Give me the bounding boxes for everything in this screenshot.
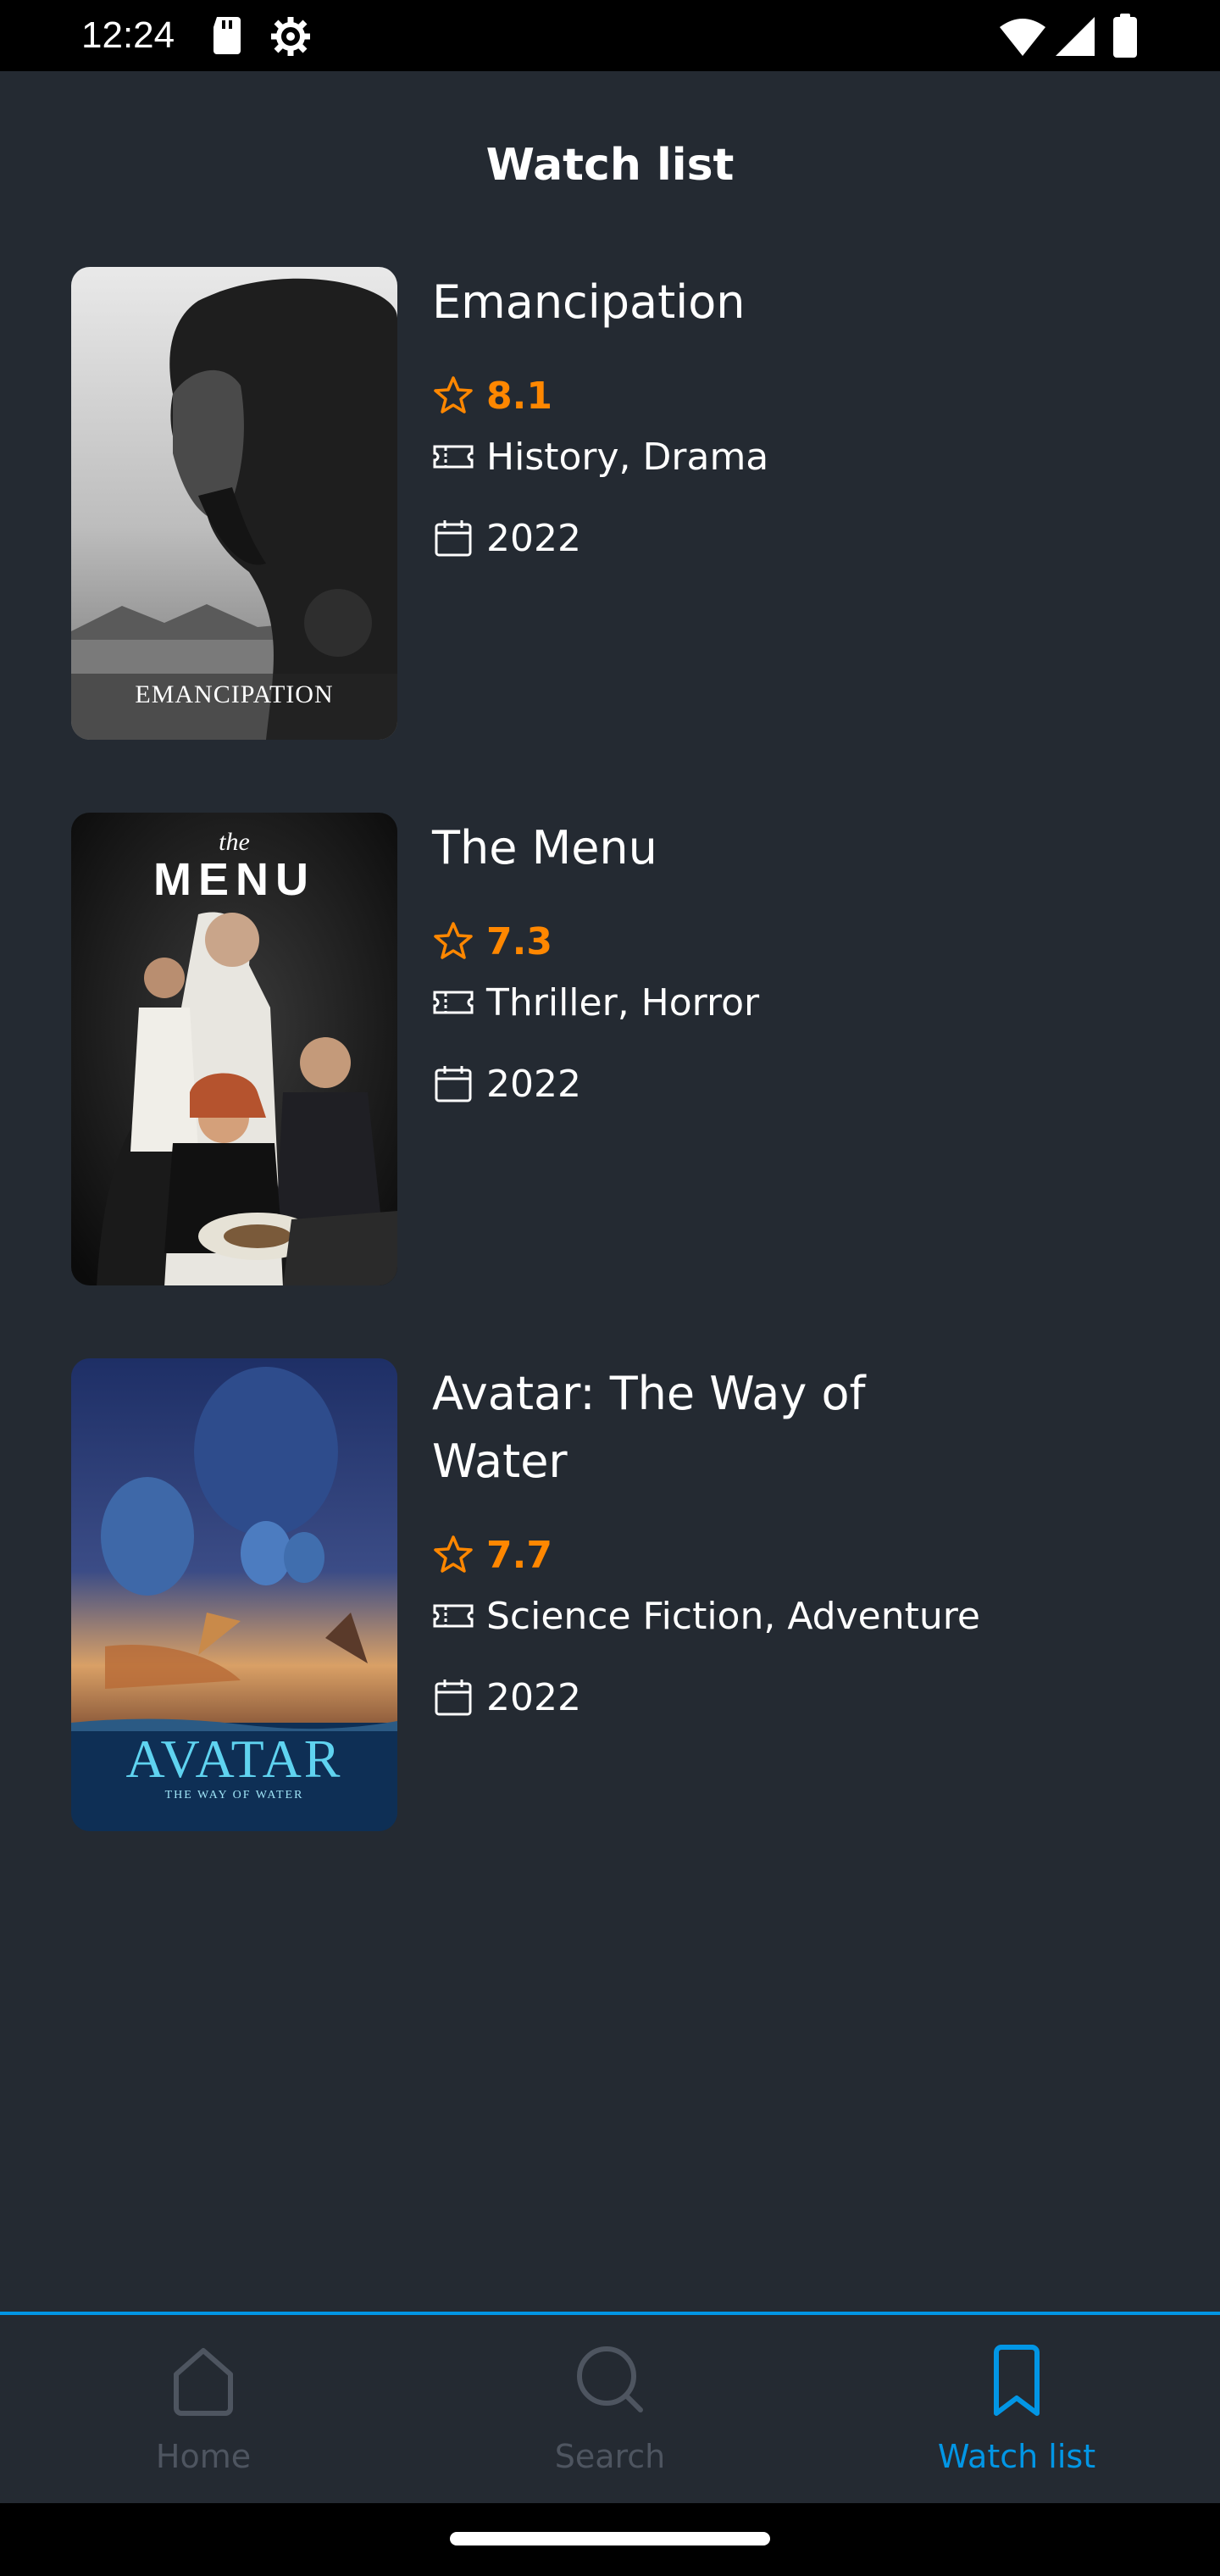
year-row: 2022 bbox=[432, 1667, 1127, 1728]
poster-subtitle-text: THE WAY OF WATER bbox=[164, 1789, 304, 1802]
nav-item-search[interactable]: Search bbox=[407, 2315, 813, 2507]
year-row: 2022 bbox=[432, 1053, 1127, 1114]
movie-info: The Menu 7.3 Thriller, Horror 2022 bbox=[432, 813, 1127, 1114]
poster-title-text: MENU bbox=[153, 854, 315, 905]
nav-label-home: Home bbox=[155, 2438, 252, 2475]
genres: History, Drama bbox=[486, 435, 769, 479]
movie-title: Emancipation bbox=[432, 275, 746, 329]
genre-row: History, Drama bbox=[432, 426, 1127, 487]
home-icon bbox=[174, 2348, 233, 2416]
year: 2022 bbox=[486, 1675, 581, 1719]
genre-row: Thriller, Horror bbox=[432, 972, 1127, 1033]
calendar-icon bbox=[435, 1679, 472, 1716]
rating-value: 7.7 bbox=[486, 1533, 552, 1577]
star-icon bbox=[434, 376, 473, 414]
year: 2022 bbox=[486, 516, 581, 560]
search-icon bbox=[577, 2346, 643, 2412]
genres: Thriller, Horror bbox=[486, 980, 760, 1024]
movie-poster[interactable]: the MENU bbox=[71, 813, 397, 1285]
bottom-navigation: Home Search Watch list bbox=[0, 2312, 1220, 2507]
star-icon bbox=[434, 1535, 473, 1573]
movie-card[interactable]: the MENU The Menu 7.3 Thriller, Horror 2… bbox=[71, 813, 1173, 1287]
genre-row: Science Fiction, Adventure bbox=[432, 1585, 1127, 1646]
nav-label-search: Search bbox=[554, 2438, 666, 2475]
movie-info: Avatar: The Way of Water 7.7 Science Fic… bbox=[432, 1358, 1127, 1728]
nav-item-home[interactable]: Home bbox=[0, 2315, 407, 2507]
ticket-icon bbox=[433, 1604, 474, 1628]
nav-item-watch-list[interactable]: Watch list bbox=[813, 2315, 1220, 2507]
rating-value: 8.1 bbox=[486, 374, 552, 418]
year-row: 2022 bbox=[432, 508, 1127, 569]
ticket-icon bbox=[433, 445, 474, 469]
calendar-icon bbox=[435, 520, 472, 557]
rating-row: 8.1 bbox=[432, 365, 1127, 426]
ticket-icon bbox=[433, 991, 474, 1014]
movie-title: Avatar: The Way of Water bbox=[432, 1367, 866, 1488]
system-gesture-area bbox=[0, 2503, 1220, 2576]
poster-title-text: EMANCIPATION bbox=[135, 680, 334, 708]
rating-row: 7.7 bbox=[432, 1524, 1127, 1585]
rating-value: 7.3 bbox=[486, 919, 552, 963]
poster-title-text: AVATAR bbox=[125, 1729, 343, 1789]
rating-row: 7.3 bbox=[432, 911, 1127, 972]
movie-card[interactable]: EMANCIPATION Emancipation 8.1 History, D… bbox=[71, 267, 1173, 741]
movie-poster[interactable]: EMANCIPATION bbox=[71, 267, 397, 740]
genres: Science Fiction, Adventure bbox=[486, 1594, 980, 1638]
movie-info: Emancipation 8.1 History, Drama 2022 bbox=[432, 267, 1127, 569]
bookmark-icon bbox=[994, 2345, 1040, 2416]
home-gesture-handle[interactable] bbox=[450, 2532, 770, 2545]
watch-list: EMANCIPATION Emancipation 8.1 History, D… bbox=[0, 0, 1220, 2313]
movie-title: The Menu bbox=[432, 821, 657, 874]
nav-label-watch-list: Watch list bbox=[937, 2438, 1096, 2475]
movie-poster[interactable]: AVATAR THE WAY OF WATER bbox=[71, 1358, 397, 1831]
year: 2022 bbox=[486, 1062, 581, 1106]
star-icon bbox=[434, 922, 473, 959]
calendar-icon bbox=[435, 1066, 472, 1102]
movie-card[interactable]: AVATAR THE WAY OF WATER Avatar: The Way … bbox=[71, 1358, 1173, 1833]
poster-title-small: the bbox=[219, 828, 250, 856]
